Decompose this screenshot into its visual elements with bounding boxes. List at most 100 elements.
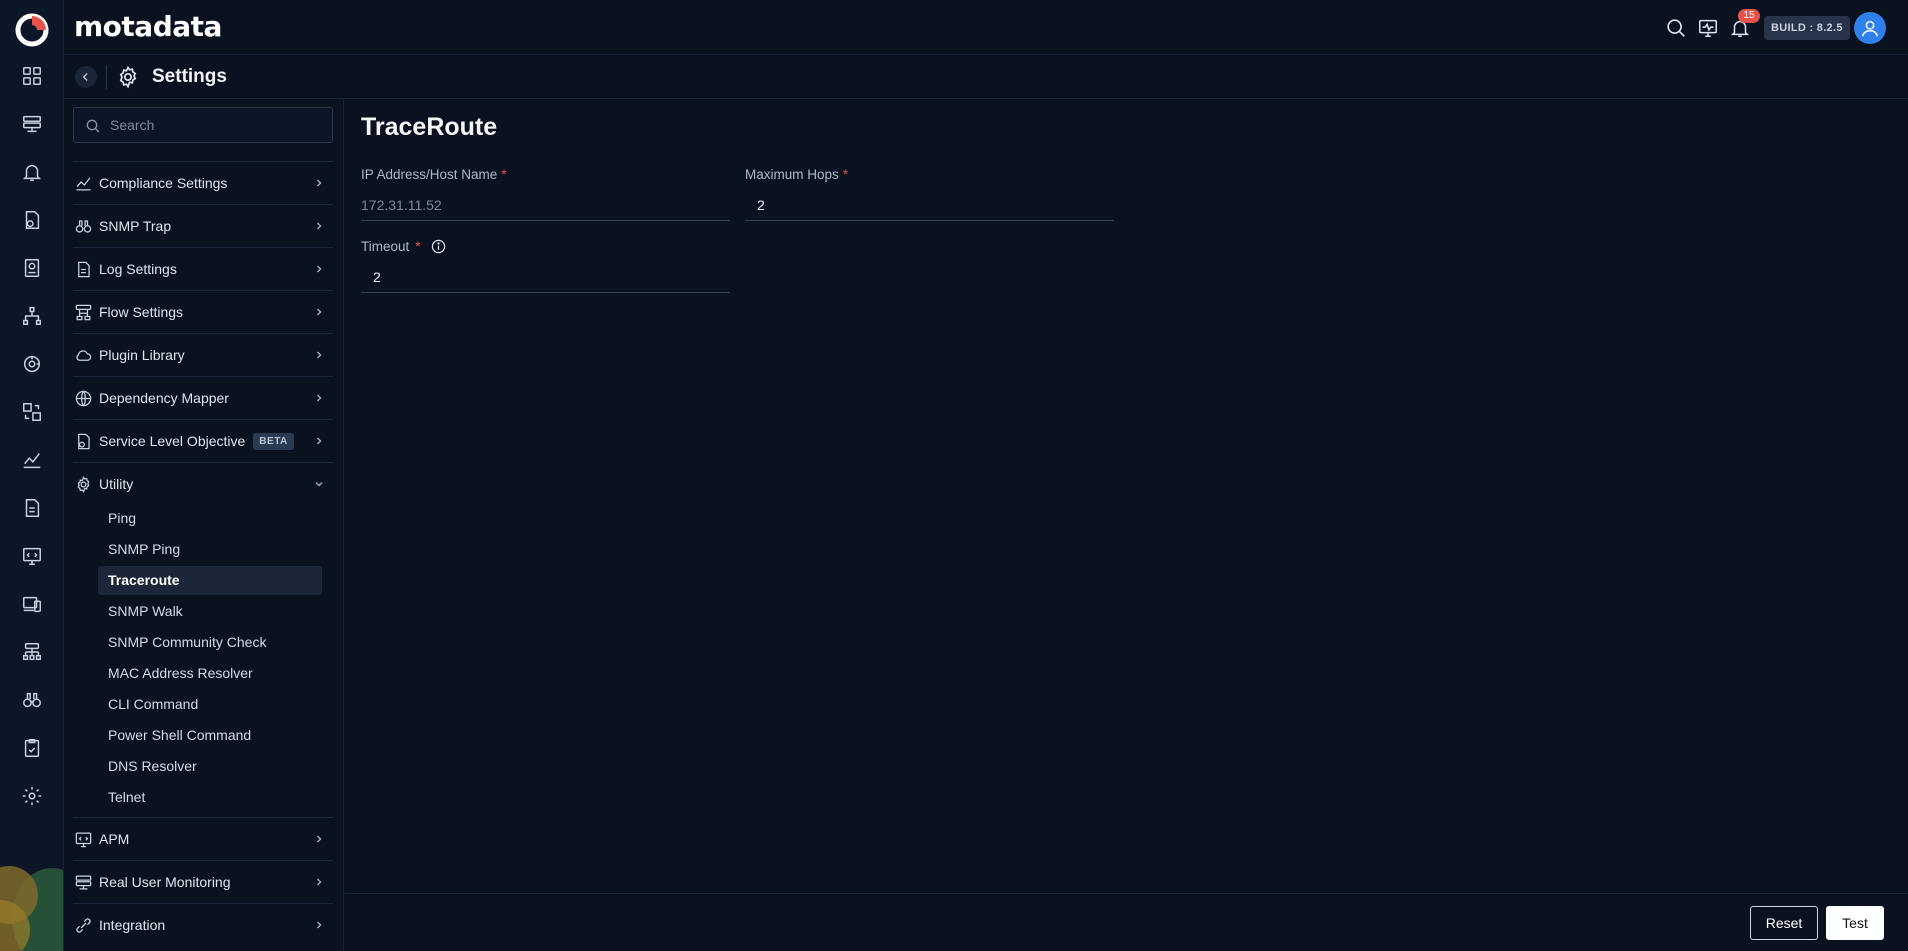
chevron-right-icon xyxy=(316,394,322,402)
sidebar-item-real-user-monitoring[interactable]: Real User Monitoring xyxy=(73,860,333,903)
info-icon[interactable] xyxy=(431,239,446,254)
sidebar-item-label: Integration xyxy=(99,917,166,933)
settings-gear-icon xyxy=(119,65,137,89)
maximum-hops-input[interactable] xyxy=(745,189,1114,221)
timeout-input[interactable] xyxy=(361,261,730,293)
test-button[interactable]: Test xyxy=(1826,906,1884,940)
utility-item-power-shell-command[interactable]: Power Shell Command xyxy=(98,721,322,750)
chevron-right-icon xyxy=(316,308,322,316)
chevron-right-icon xyxy=(316,437,322,445)
sidebar-item-apm[interactable]: APM xyxy=(73,817,333,860)
discovery-icon[interactable] xyxy=(20,352,44,376)
utility-item-snmp-community-check[interactable]: SNMP Community Check xyxy=(98,628,322,657)
binoculars-icon[interactable] xyxy=(20,688,44,712)
utility-item-snmp-ping[interactable]: SNMP Ping xyxy=(98,535,322,564)
timeout-field-group: Timeout * xyxy=(361,237,730,293)
user-icon xyxy=(1861,20,1879,37)
divider xyxy=(106,65,107,89)
chevron-right-icon xyxy=(316,835,322,843)
sidebar-item-label: Plugin Library xyxy=(99,347,185,363)
network-icon[interactable] xyxy=(20,640,44,664)
utility-item-traceroute[interactable]: Traceroute xyxy=(98,566,322,595)
flow-icon xyxy=(73,302,93,322)
motadata-logo-icon[interactable] xyxy=(15,13,49,47)
sidebar-item-service-level-objective[interactable]: Service Level Objective BETA xyxy=(73,419,333,462)
chevron-right-icon xyxy=(316,179,322,187)
search-icon[interactable] xyxy=(1664,16,1688,40)
chevron-right-icon xyxy=(316,921,322,929)
config-icon[interactable] xyxy=(20,400,44,424)
left-nav-rail xyxy=(0,0,64,951)
sidebar-item-log-settings[interactable]: Log Settings xyxy=(73,247,333,290)
policy-icon[interactable] xyxy=(20,208,44,232)
sidebar-item-compliance-settings[interactable]: Compliance Settings xyxy=(73,161,333,204)
ip-address-input[interactable] xyxy=(361,189,730,221)
sidebar-item-label: Utility xyxy=(99,476,134,492)
sidebar-item-integration[interactable]: Integration xyxy=(73,903,333,946)
search-icon xyxy=(86,119,100,133)
form-footer: Reset Test xyxy=(345,893,1908,951)
report-icon[interactable] xyxy=(20,256,44,280)
build-version-badge: BUILD : 8.2.5 xyxy=(1764,16,1850,40)
top-bar: motadata 15 BUILD : 8.2.5 xyxy=(64,0,1908,55)
chevron-right-icon xyxy=(316,351,322,359)
apm-icon xyxy=(73,829,93,849)
notification-count-badge: 15 xyxy=(1738,9,1760,23)
chevron-left-icon xyxy=(82,73,88,81)
sidebar-item-snmp-trap[interactable]: SNMP Trap xyxy=(73,204,333,247)
maximum-hops-label: Maximum Hops * xyxy=(745,165,1114,183)
chevron-down-icon xyxy=(315,481,323,487)
slo-icon xyxy=(73,431,93,451)
globe-icon xyxy=(73,388,93,408)
settings-icon[interactable] xyxy=(20,784,44,808)
sidebar-item-label: Flow Settings xyxy=(99,304,184,320)
cloud-icon xyxy=(73,345,93,365)
sidebar-item-label: Dependency Mapper xyxy=(99,390,229,406)
gear-cluster-icon xyxy=(73,474,93,494)
page-title: Settings xyxy=(152,66,227,87)
sidebar-item-plugin-library[interactable]: Plugin Library xyxy=(73,333,333,376)
log-icon[interactable] xyxy=(20,496,44,520)
maximum-hops-label-text: Maximum Hops xyxy=(745,166,839,182)
chevron-right-icon xyxy=(316,878,322,886)
page-header: Settings xyxy=(64,55,1908,99)
dashboard-icon[interactable] xyxy=(20,64,44,88)
utility-item-snmp-walk[interactable]: SNMP Walk xyxy=(98,597,322,626)
devices-icon[interactable] xyxy=(20,592,44,616)
sidebar-search xyxy=(73,107,333,143)
utility-item-cli-command[interactable]: CLI Command xyxy=(98,690,322,719)
settings-sidebar: Compliance Settings SNMP Trap Log Settin… xyxy=(64,99,344,951)
sidebar-item-dependency-mapper[interactable]: Dependency Mapper xyxy=(73,376,333,419)
audit-icon[interactable] xyxy=(20,736,44,760)
apm-icon[interactable] xyxy=(20,544,44,568)
sidebar-item-utility[interactable]: Utility xyxy=(73,462,333,505)
alert-bell-icon[interactable] xyxy=(20,160,44,184)
ip-address-field-group: IP Address/Host Name * xyxy=(361,165,730,221)
sidebar-item-label: Service Level Objective xyxy=(99,433,246,449)
log-icon xyxy=(73,259,93,279)
sidebar-item-label: SNMP Trap xyxy=(99,218,172,234)
brand-logo[interactable]: motadata xyxy=(74,10,222,43)
metric-explorer-icon[interactable] xyxy=(20,448,44,472)
utility-item-ping[interactable]: Ping xyxy=(98,504,322,533)
sidebar-item-flow-settings[interactable]: Flow Settings xyxy=(73,290,333,333)
user-avatar[interactable] xyxy=(1854,12,1886,44)
sidebar-search-input[interactable] xyxy=(110,108,325,142)
utility-item-telnet[interactable]: Telnet xyxy=(98,783,322,812)
chevron-right-icon xyxy=(316,265,322,273)
compliance-icon xyxy=(73,173,93,193)
utility-item-dns-resolver[interactable]: DNS Resolver xyxy=(98,752,322,781)
required-marker: * xyxy=(415,238,421,254)
monitor-pulse-icon[interactable] xyxy=(1696,16,1720,40)
integration-icon xyxy=(73,915,93,935)
reset-button[interactable]: Reset xyxy=(1750,906,1818,940)
monitor-server-icon[interactable] xyxy=(20,112,44,136)
ip-address-label-text: IP Address/Host Name xyxy=(361,166,498,182)
sidebar-item-label: Compliance Settings xyxy=(99,175,228,191)
utility-item-mac-address-resolver[interactable]: MAC Address Resolver xyxy=(98,659,322,688)
binoculars-icon xyxy=(73,216,93,236)
sidebar-item-label: Log Settings xyxy=(99,261,177,277)
traceroute-form: TraceRoute IP Address/Host Name * Maximu… xyxy=(345,99,1908,893)
back-button[interactable] xyxy=(75,66,97,88)
topology-icon[interactable] xyxy=(20,304,44,328)
